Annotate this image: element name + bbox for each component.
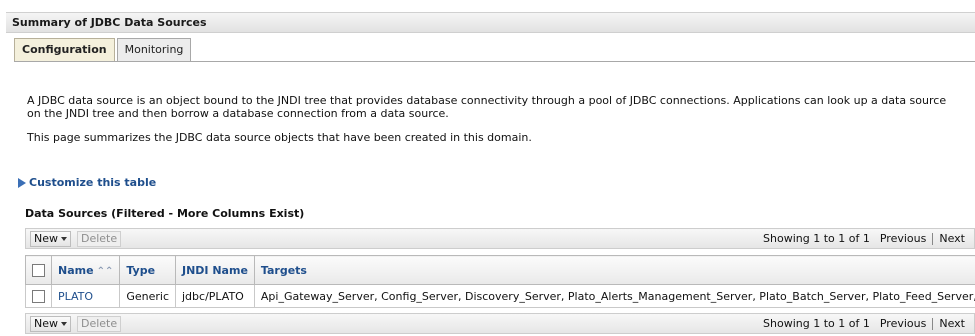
- column-header-targets[interactable]: Targets: [253, 255, 975, 285]
- caret-down-icon: [61, 237, 67, 241]
- showing-count: Showing 1 to 1 of 1: [763, 317, 870, 330]
- showing-count: Showing 1 to 1 of 1: [763, 232, 870, 245]
- pagination-divider: [932, 318, 934, 330]
- name-cell: PLATO: [50, 284, 121, 308]
- new-button-label: New: [34, 317, 58, 330]
- summary-paragraph: This page summarizes the JDBC data sourc…: [27, 131, 532, 144]
- new-button-bottom[interactable]: New: [30, 316, 71, 332]
- tab-monitoring[interactable]: Monitoring: [116, 38, 192, 61]
- column-header-type[interactable]: Type: [119, 255, 176, 285]
- description-paragraph: A JDBC data source is an object bound to…: [27, 94, 947, 120]
- column-header-jndi-name[interactable]: JNDI Name: [175, 255, 255, 285]
- table-row: PLATO Generic jdbc/PLATO Api_Gateway_Ser…: [25, 284, 975, 308]
- targets-cell: Api_Gateway_Server, Config_Server, Disco…: [253, 284, 975, 308]
- previous-link[interactable]: Previous: [880, 317, 927, 331]
- table-toolbar-top: New Delete Showing 1 to 1 of 1 Previous …: [25, 228, 975, 249]
- next-link[interactable]: Next: [939, 232, 965, 246]
- delete-button-bottom[interactable]: Delete: [77, 316, 122, 332]
- caret-down-icon: [61, 322, 67, 326]
- select-all-checkbox[interactable]: [32, 263, 45, 277]
- page-title: Summary of JDBC Data Sources: [6, 12, 975, 33]
- column-header-name-label: Name: [58, 263, 94, 277]
- new-button[interactable]: New: [30, 231, 71, 247]
- data-source-link[interactable]: PLATO: [58, 290, 93, 303]
- pagination-bottom: Showing 1 to 1 of 1 Previous Next: [763, 317, 965, 331]
- table-toolbar-bottom: New Delete Showing 1 to 1 of 1 Previous …: [25, 313, 975, 334]
- expand-triangle-icon: [18, 177, 26, 188]
- row-select-cell: [25, 284, 52, 308]
- delete-button[interactable]: Delete: [77, 231, 122, 247]
- customize-table-toggle[interactable]: Customize this table: [18, 176, 156, 189]
- type-cell: Generic: [119, 284, 176, 308]
- table-section-title: Data Sources (Filtered - More Columns Ex…: [25, 207, 305, 220]
- previous-link[interactable]: Previous: [880, 232, 927, 246]
- sort-ascending-icon[interactable]: ⌃⌃: [97, 266, 114, 277]
- data-sources-table: Name ⌃⌃ Type JNDI Name Targets PLATO Gene…: [25, 255, 975, 308]
- tab-bar: Configuration Monitoring: [14, 38, 192, 61]
- row-checkbox[interactable]: [32, 289, 45, 303]
- pagination: Showing 1 to 1 of 1 Previous Next: [763, 232, 965, 246]
- tab-configuration[interactable]: Configuration: [14, 38, 115, 61]
- new-button-label: New: [34, 232, 58, 245]
- tab-divider: [14, 61, 975, 62]
- select-all-header: [25, 255, 52, 285]
- jndi-name-cell: jdbc/PLATO: [175, 284, 255, 308]
- jdbc-data-sources-page: Summary of JDBC Data Sources Configurati…: [0, 0, 975, 336]
- pagination-divider: [932, 233, 934, 245]
- customize-table-link[interactable]: Customize this table: [29, 176, 156, 189]
- column-header-name[interactable]: Name ⌃⌃: [50, 255, 121, 285]
- next-link[interactable]: Next: [939, 317, 965, 331]
- table-header-row: Name ⌃⌃ Type JNDI Name Targets: [25, 255, 975, 285]
